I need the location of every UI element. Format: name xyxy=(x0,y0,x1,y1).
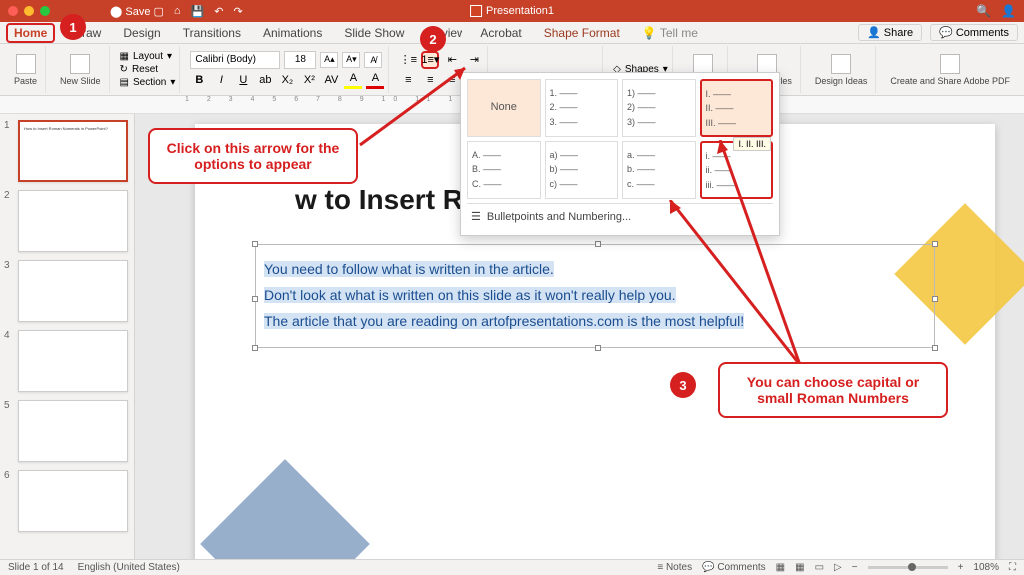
bullets-numbering-dialog[interactable]: ☰ Bulletpoints and Numbering... xyxy=(467,203,773,229)
notes-toggle[interactable]: ≡ Notes xyxy=(657,562,692,573)
decrease-font[interactable]: A▾ xyxy=(342,52,360,68)
maximize-window[interactable] xyxy=(40,6,50,16)
reset-button[interactable]: ↻ Reset xyxy=(120,64,176,75)
adobe-pdf-button[interactable]: Create and Share Adobe PDF xyxy=(886,52,1014,88)
reading-view-icon[interactable]: ▭ xyxy=(815,562,824,573)
window-controls xyxy=(8,6,50,16)
align-center[interactable]: ≡ xyxy=(421,71,439,89)
highlight-button[interactable]: A xyxy=(344,71,362,89)
tab-slideshow[interactable]: Slide Show xyxy=(340,24,408,42)
tab-animations[interactable]: Animations xyxy=(259,24,326,42)
slideshow-view-icon[interactable]: ▷ xyxy=(834,562,842,573)
slide-thumbnails: 1How to Insert Roman Numerals in PowerPo… xyxy=(0,114,135,559)
increase-font[interactable]: A▴ xyxy=(320,52,338,68)
callout-badge-2: 2 xyxy=(420,26,446,52)
new-slide-button[interactable]: New Slide xyxy=(56,52,105,88)
font-name-select[interactable] xyxy=(190,51,280,69)
align-left[interactable]: ≡ xyxy=(399,71,417,89)
align-right[interactable]: ≡ xyxy=(443,71,461,89)
thumbnail-3[interactable] xyxy=(18,260,128,322)
underline-button[interactable]: U xyxy=(234,71,252,89)
callout-3: You can choose capital or small Roman Nu… xyxy=(718,362,948,418)
char-spacing[interactable]: AV xyxy=(322,71,340,89)
fit-to-window[interactable]: ⛶ xyxy=(1009,562,1016,573)
font-size-select[interactable] xyxy=(284,51,316,69)
doc-title: Presentation1 xyxy=(470,5,554,17)
thumbnail-5[interactable] xyxy=(18,400,128,462)
tab-design[interactable]: Design xyxy=(119,24,164,42)
numbering-numeric-paren[interactable]: 1) ——2) ——3) —— xyxy=(622,79,696,137)
paste-button[interactable]: Paste xyxy=(10,52,41,88)
undo-icon[interactable]: ↶ xyxy=(214,5,223,18)
normal-view-icon[interactable]: ▦ xyxy=(776,562,785,573)
numbering-alpha-lower-dot[interactable]: a. ——b. ——c. —— xyxy=(622,141,696,199)
search-icon[interactable]: 🔍 xyxy=(976,4,991,18)
ribbon-tabs: Home Draw Design Transitions Animations … xyxy=(0,22,1024,44)
decrease-indent[interactable]: ⇤ xyxy=(443,51,461,69)
status-bar: Slide 1 of 14 English (United States) ≡ … xyxy=(0,559,1024,575)
subscript-button[interactable]: X₂ xyxy=(278,71,296,89)
content-textbox[interactable]: You need to follow what is written in th… xyxy=(255,244,935,348)
thumbnail-6[interactable] xyxy=(18,470,128,532)
text-line-3[interactable]: The article that you are reading on arto… xyxy=(264,313,744,329)
zoom-level[interactable]: 108% xyxy=(973,562,999,573)
callout-badge-3: 3 xyxy=(670,372,696,398)
layout-button[interactable]: ▦ Layout ▾ xyxy=(120,51,176,62)
save-icon[interactable]: 💾 xyxy=(191,5,205,18)
language-indicator[interactable]: English (United States) xyxy=(78,562,180,573)
quick-access: ⬤ Save ▢ ⌂ 💾 ↶ ↷ xyxy=(110,5,243,18)
redo-icon[interactable]: ↷ xyxy=(233,5,242,18)
home-icon[interactable]: ⌂ xyxy=(174,5,181,18)
numbering-alpha-lower-paren[interactable]: a) ——b) ——c) —— xyxy=(545,141,619,199)
section-button[interactable]: ▤ Section ▾ xyxy=(120,77,176,88)
share-button[interactable]: 👤 Share xyxy=(858,24,922,41)
thumbnail-2[interactable] xyxy=(18,190,128,252)
increase-indent[interactable]: ⇥ xyxy=(465,51,483,69)
tab-shape-format[interactable]: Shape Format xyxy=(540,24,624,42)
clear-format[interactable]: A̸ xyxy=(364,52,382,68)
numbering-dropdown: None 1. ——2. ——3. —— 1) ——2) ——3) —— I. … xyxy=(460,72,780,236)
tab-home[interactable]: Home xyxy=(6,23,55,43)
blue-decoration xyxy=(200,459,370,559)
numbering-numeric-dot[interactable]: 1. ——2. ——3. —— xyxy=(545,79,619,137)
slide-counter: Slide 1 of 14 xyxy=(8,562,64,573)
numbering-alpha-upper[interactable]: A. ——B. ——C. —— xyxy=(467,141,541,199)
tab-acrobat[interactable]: Acrobat xyxy=(476,24,525,42)
thumbnail-4[interactable] xyxy=(18,330,128,392)
text-line-2[interactable]: Don't look at what is written on this sl… xyxy=(264,287,676,303)
font-color-button[interactable]: A xyxy=(366,71,384,89)
comments-button[interactable]: 💬 Comments xyxy=(930,24,1018,41)
superscript-button[interactable]: X² xyxy=(300,71,318,89)
numbering-roman-upper[interactable]: I. ——II. ——III. —— xyxy=(700,79,774,137)
bullets-button[interactable]: ⋮≡ xyxy=(399,51,417,69)
thumbnail-1[interactable]: How to Insert Roman Numerals in PowerPoi… xyxy=(18,120,128,182)
tab-transitions[interactable]: Transitions xyxy=(179,24,245,42)
bold-button[interactable]: B xyxy=(190,71,208,89)
autosave-toggle[interactable]: ⬤ Save ▢ xyxy=(110,5,164,18)
tell-me[interactable]: 💡 Tell me xyxy=(638,24,702,42)
close-window[interactable] xyxy=(8,6,18,16)
zoom-out[interactable]: − xyxy=(852,562,858,573)
powerpoint-icon xyxy=(470,5,482,17)
strike-button[interactable]: ab xyxy=(256,71,274,89)
numbering-none[interactable]: None xyxy=(467,79,541,137)
zoom-in[interactable]: + xyxy=(958,562,964,573)
zoom-slider[interactable] xyxy=(868,566,948,569)
mac-titlebar: ⬤ Save ▢ ⌂ 💾 ↶ ↷ Presentation1 🔍 👤 xyxy=(0,0,1024,22)
comments-toggle[interactable]: 💬 Comments xyxy=(702,562,766,573)
user-icon[interactable]: 👤 xyxy=(1001,4,1016,18)
text-line-1[interactable]: You need to follow what is written in th… xyxy=(264,261,554,277)
callout-badge-1: 1 xyxy=(60,14,86,40)
minimize-window[interactable] xyxy=(24,6,34,16)
numbering-dropdown-button[interactable]: 1≡▾ xyxy=(421,51,439,69)
titlebar-right: 🔍 👤 xyxy=(976,4,1016,18)
sorter-view-icon[interactable]: ▦ xyxy=(795,562,804,573)
design-ideas-button[interactable]: Design Ideas xyxy=(811,52,872,88)
italic-button[interactable]: I xyxy=(212,71,230,89)
callout-1: Click on this arrow for the options to a… xyxy=(148,128,358,184)
numbering-tooltip: I. II. III. xyxy=(733,137,771,151)
